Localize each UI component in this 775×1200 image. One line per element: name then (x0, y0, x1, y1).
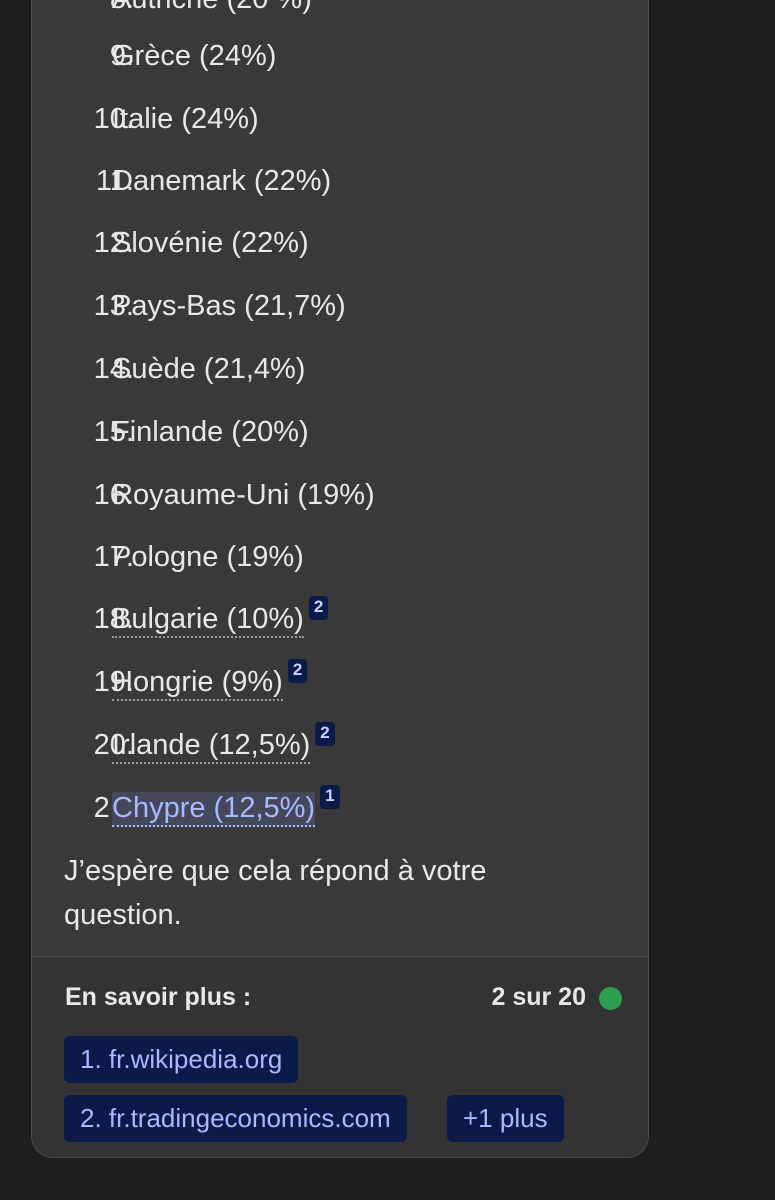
citation-badge[interactable]: 2 (287, 659, 308, 683)
citation-badge[interactable]: 1 (320, 785, 340, 809)
response-count: 2 sur 20 (491, 983, 586, 1011)
answer-card: 8. Autriche (20 %) 9. Grèce (24%) 10. It… (31, 0, 649, 1158)
list-item-text: Pays-Bas (21,7%) (112, 290, 346, 322)
list-item: 20. Irlande (12,5%) 2 (32, 722, 648, 768)
list-item: 17. Pologne (19%) (32, 534, 648, 580)
cited-text[interactable]: Irlande (12,5%) (112, 729, 311, 764)
more-sources-button[interactable]: +1 plus (447, 1095, 564, 1142)
status-dot-icon (599, 987, 622, 1010)
citation-badge[interactable]: 2 (315, 722, 335, 746)
list-item: 11. Danemark (22%) (32, 158, 648, 204)
list-item: 19. Hongrie (9%) 2 (32, 659, 648, 705)
cited-text[interactable]: Hongrie (9%) (112, 666, 283, 701)
list-item-text: Autriche (20 %) (112, 0, 312, 22)
source-link-wikipedia[interactable]: 1. fr.wikipedia.org (64, 1036, 299, 1083)
closing-text: J’espère que cela répond à votre questio… (64, 855, 487, 931)
cited-text[interactable]: Bulgarie (10%) (112, 603, 304, 638)
list-item: 14. Suède (21,4%) (32, 346, 648, 392)
learn-more-label: En savoir plus : (65, 983, 252, 1011)
list-item-text: Pologne (19%) (112, 541, 304, 573)
list-item-partial: 8. Autriche (20 %) (32, 0, 648, 22)
list-item: 12. Slovénie (22%) (32, 220, 648, 266)
list-item-text: Danemark (22%) (112, 165, 332, 197)
list-item: 15. Finlande (20%) (32, 409, 648, 455)
list-item-text: Royaume-Uni (19%) (112, 479, 375, 511)
list-item-text: Suède (21,4%) (112, 353, 306, 385)
list-item: 21. Chypre (12,5%)1 (32, 785, 648, 831)
learn-more-section: En savoir plus : 2 sur 20 1. fr.wikipedi… (32, 956, 648, 1157)
source-link-tradingeconomics[interactable]: 2. fr.tradingeconomics.com (64, 1095, 407, 1142)
list-item: 10. Italie (24%) (32, 96, 648, 142)
list-item: 18. Bulgarie (10%) 2 (32, 596, 648, 642)
citation-badge[interactable]: 2 (308, 596, 329, 620)
cited-text-highlighted[interactable]: Chypre (12,5%) (112, 792, 316, 827)
list-item-text: Slovénie (22%) (112, 227, 309, 259)
list-item: 16. Royaume-Uni (19%) (32, 472, 648, 518)
list-item-text: Grèce (24%) (112, 40, 277, 72)
list-item: 9. Grèce (24%) (32, 33, 648, 79)
list-item-text: Finlande (20%) (112, 416, 309, 448)
list-item-text: Italie (24%) (112, 103, 259, 135)
list-item: 13. Pays-Bas (21,7%) (32, 283, 648, 329)
